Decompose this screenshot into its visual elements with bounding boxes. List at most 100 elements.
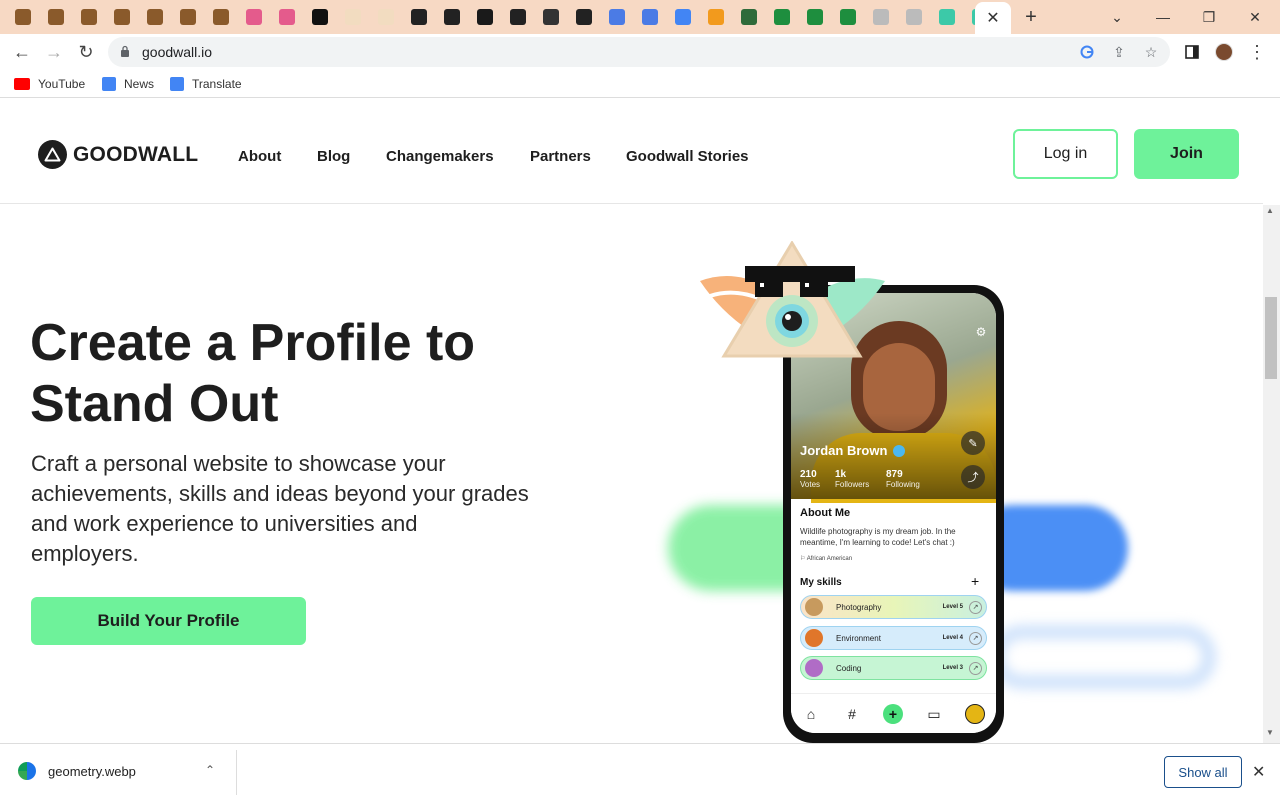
browser-tab[interactable] <box>406 5 432 29</box>
favicon-icon <box>840 9 856 25</box>
build-profile-button[interactable]: Build Your Profile <box>31 597 306 645</box>
minimize-button[interactable]: — <box>1140 2 1186 32</box>
menu-icon[interactable]: ⋮ <box>1243 38 1271 66</box>
browser-tab[interactable] <box>835 5 861 29</box>
skill-name: Environment <box>836 633 881 643</box>
stat-label: Votes <box>800 480 821 489</box>
new-tab-button[interactable]: + <box>1018 4 1044 30</box>
favicon-icon <box>543 9 559 25</box>
active-tab[interactable]: ✕ <box>975 2 1011 34</box>
forward-icon[interactable]: → <box>40 38 68 66</box>
eye-triangle-sticker-icon <box>700 241 885 358</box>
browser-tab[interactable] <box>868 5 894 29</box>
browser-tab[interactable] <box>76 5 102 29</box>
trend-arrow-icon: ↗ <box>969 600 982 614</box>
browser-tab[interactable] <box>241 5 267 29</box>
browser-tab[interactable] <box>934 5 960 29</box>
logo-text: GOODWALL <box>73 142 199 166</box>
verified-badge-icon <box>893 445 905 457</box>
youtube-icon <box>14 78 30 90</box>
url-text[interactable]: goodwall.io <box>142 44 212 60</box>
browser-tab[interactable] <box>769 5 795 29</box>
page-scrollbar[interactable] <box>1263 205 1280 743</box>
decorative-ring <box>990 625 1216 689</box>
browser-tab[interactable] <box>307 5 333 29</box>
profile-avatar-icon <box>965 704 985 724</box>
reload-icon[interactable]: ↻ <box>72 38 100 66</box>
browser-tab[interactable] <box>109 5 135 29</box>
browser-tab[interactable] <box>43 5 69 29</box>
download-item[interactable]: geometry.webp <box>18 762 136 780</box>
back-icon[interactable]: ← <box>8 38 36 66</box>
favicon-icon <box>510 9 526 25</box>
stat-value: 879 <box>886 469 903 480</box>
join-button[interactable]: Join <box>1134 129 1239 179</box>
bookmarks-bar: YouTube News Translate <box>0 70 1280 98</box>
lock-icon <box>121 45 129 57</box>
bookmark-youtube[interactable]: YouTube <box>14 76 85 92</box>
scrollbar-thumb[interactable] <box>1265 297 1277 379</box>
nav-partners[interactable]: Partners <box>530 148 591 165</box>
favicon-icon <box>477 9 493 25</box>
browser-tab[interactable] <box>340 5 366 29</box>
close-icon[interactable]: ✕ <box>1252 762 1265 782</box>
browser-tab[interactable] <box>802 5 828 29</box>
side-panel-icon[interactable] <box>1178 38 1206 66</box>
nav-goodwall-stories[interactable]: Goodwall Stories <box>626 148 749 165</box>
browser-tab[interactable] <box>736 5 762 29</box>
skill-level: Level 3 <box>942 665 963 671</box>
add-skill-icon: + <box>971 573 980 589</box>
nav-blog[interactable]: Blog <box>317 148 350 165</box>
favicon-icon <box>708 9 724 25</box>
site-header: GOODWALL About Blog Changemakers Partner… <box>0 103 1263 204</box>
tab-search-button[interactable]: ⌄ <box>1094 2 1140 32</box>
stat-label: Following <box>886 480 920 489</box>
browser-tab[interactable] <box>142 5 168 29</box>
browser-tab[interactable] <box>670 5 696 29</box>
bookmark-translate[interactable]: Translate <box>170 76 242 92</box>
browser-tab[interactable] <box>439 5 465 29</box>
address-bar[interactable]: goodwall.io ⇪ ☆ <box>108 37 1170 67</box>
favicon-icon <box>114 9 130 25</box>
maximize-button[interactable]: ❐ <box>1186 2 1232 32</box>
browser-tab[interactable] <box>538 5 564 29</box>
close-icon[interactable]: ✕ <box>986 8 999 28</box>
chevron-up-icon[interactable]: ⌃ <box>205 763 215 777</box>
google-icon[interactable] <box>1078 43 1096 61</box>
phone-tab-bar: ⌂ # + ▭ <box>791 693 996 733</box>
share-icon[interactable]: ⇪ <box>1110 43 1128 61</box>
close-window-button[interactable]: ✕ <box>1232 2 1278 32</box>
favicon-icon <box>741 9 757 25</box>
favicon-icon <box>213 9 229 25</box>
login-button[interactable]: Log in <box>1013 129 1118 179</box>
scroll-up-arrow-icon[interactable]: ▲ <box>1266 206 1274 215</box>
browser-tab[interactable] <box>505 5 531 29</box>
browser-tab[interactable] <box>604 5 630 29</box>
browser-tab[interactable] <box>373 5 399 29</box>
profile-avatar[interactable] <box>1210 38 1238 66</box>
browser-tab[interactable] <box>901 5 927 29</box>
skills-heading: My skills <box>800 577 842 588</box>
browser-tab[interactable] <box>472 5 498 29</box>
scroll-down-arrow-icon[interactable]: ▼ <box>1266 728 1274 737</box>
favicon-icon <box>345 9 361 25</box>
browser-tab[interactable] <box>10 5 36 29</box>
bookmark-news[interactable]: News <box>102 76 154 92</box>
download-file-name: geometry.webp <box>48 763 136 779</box>
goodwall-logo[interactable]: GOODWALL <box>38 140 198 169</box>
browser-tab[interactable] <box>637 5 663 29</box>
favicon-icon <box>378 9 394 25</box>
nav-changemakers[interactable]: Changemakers <box>386 148 494 165</box>
favicon-icon <box>609 9 625 25</box>
show-all-button[interactable]: Show all <box>1164 756 1242 788</box>
browser-tab[interactable] <box>274 5 300 29</box>
nav-about[interactable]: About <box>238 148 281 165</box>
browser-tab[interactable] <box>208 5 234 29</box>
browser-tab[interactable] <box>703 5 729 29</box>
hashtag-icon: # <box>848 706 856 722</box>
browser-tab[interactable] <box>175 5 201 29</box>
browser-tab[interactable] <box>571 5 597 29</box>
bookmark-star-icon[interactable]: ☆ <box>1142 43 1160 61</box>
skill-name: Coding <box>836 663 862 673</box>
favicon-icon <box>312 9 328 25</box>
